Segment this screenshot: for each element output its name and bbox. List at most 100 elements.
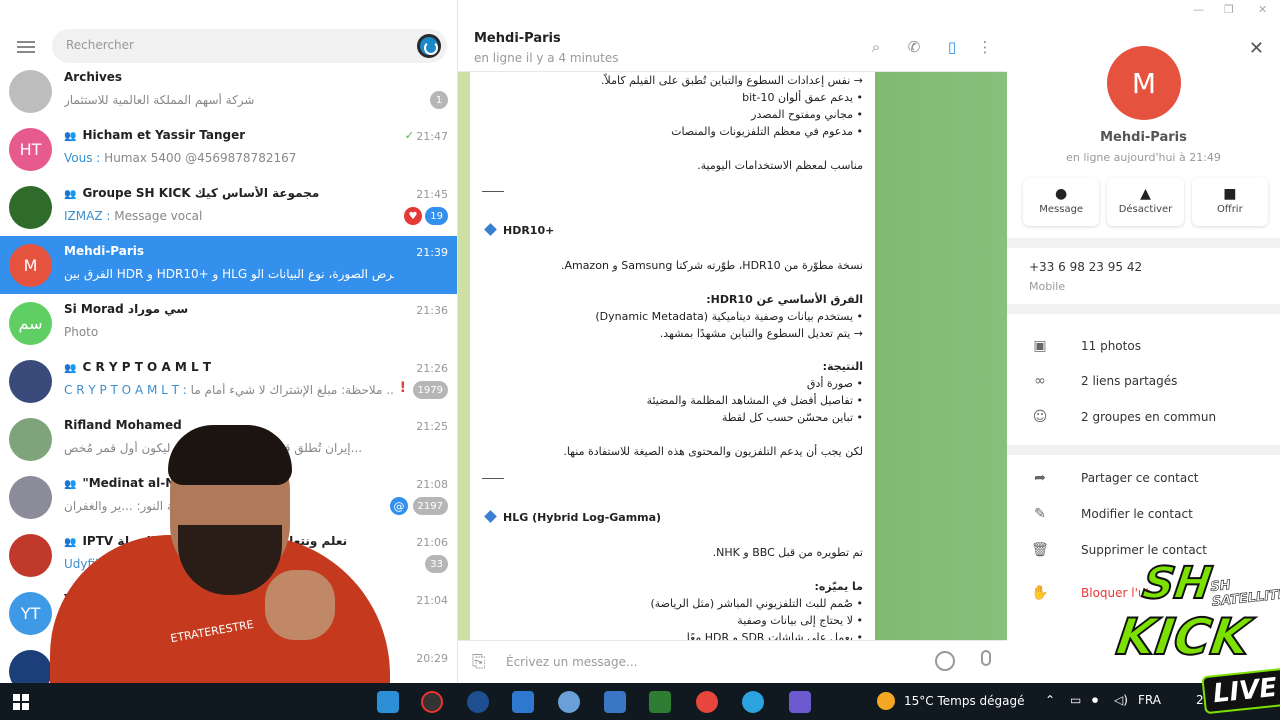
heart-icon: ♥ [404, 207, 422, 225]
microphone-tray-icon[interactable]: ⏺ [1092, 693, 1098, 708]
share-icon: ➦ [1034, 470, 1046, 486]
phone-number[interactable]: +33 6 98 23 95 42 [1029, 260, 1142, 274]
sidebar-toggle-icon[interactable]: ▯ [943, 38, 961, 56]
avatar[interactable]: YT [9, 592, 52, 635]
menu-icon[interactable] [17, 41, 35, 53]
profile-avatar[interactable]: M [1107, 46, 1181, 120]
windows-taskbar: 15°C Temps dégagé ⌃ ▭ ⏺ ◁) FRA 27 [0, 683, 1280, 720]
avatar[interactable]: سم [9, 302, 52, 345]
chat-list-item[interactable]: M Mehdi-Paris 21:39 الفرق بين HDR و HDR10+… [0, 236, 457, 294]
sh-kick-live-logo: SH SH SATELLITE KICK LIVE [1112, 556, 1280, 720]
taskbar-app-icon[interactable] [377, 691, 399, 713]
common-groups-label: 2 groupes en commun [1081, 410, 1217, 424]
share-contact-row[interactable]: ➦ Partager ce contact [1007, 462, 1280, 496]
shared-photos-label: 11 photos [1081, 339, 1141, 353]
message-line: لكن يجب أن يدعم التلفزيون والمحتوى هذه ا… [563, 445, 863, 458]
gift-button[interactable]: ■ Offrir [1191, 178, 1268, 226]
attach-icon[interactable]: ⎘ [472, 652, 486, 672]
avatar[interactable] [9, 534, 52, 577]
common-groups-row[interactable]: ☺ 2 groupes en commun [1007, 401, 1280, 435]
avatar[interactable] [9, 360, 52, 403]
search-icon[interactable]: ⌕ [867, 38, 885, 56]
conversation-status: en ligne il y a 4 minutes [474, 51, 619, 65]
chat-time: 21:25 [416, 420, 448, 433]
windows-start-icon[interactable] [13, 694, 29, 710]
shared-photos-row[interactable]: ▣ 11 photos [1007, 330, 1280, 364]
unread-badge: 1979 [412, 381, 448, 399]
unread-badge: 33 [425, 555, 448, 573]
taskbar-app-icon[interactable] [558, 691, 580, 713]
chat-list-item[interactable]: Archives شركة أسهم المملكة العالمية للاس… [0, 62, 457, 120]
telegram-icon[interactable] [742, 691, 764, 713]
message-input[interactable]: Écrivez un message... [506, 655, 637, 669]
taskbar-app-icon[interactable] [512, 691, 534, 713]
taskbar-app-icon[interactable] [421, 691, 443, 713]
group-icon: 👥 [64, 131, 77, 142]
chat-name: Mehdi-Paris [64, 244, 145, 258]
taskbar-app-icon[interactable] [467, 691, 489, 713]
message-label: Message [1039, 204, 1084, 215]
message-line: ما يميّزه: [814, 580, 863, 593]
trash-icon: 🗑 [1031, 542, 1049, 558]
avatar[interactable] [9, 418, 52, 461]
message-line: • لا يحتاج إلى بيانات وصفية [737, 614, 863, 627]
profile-name: Mehdi-Paris [1100, 130, 1187, 145]
message-line: • يدعم عمق ألوان 10-bit [742, 91, 863, 104]
message-line: تم تطويره من قبل BBC و NHK. [712, 546, 863, 559]
chat-preview: C R Y P T O A M L T : ملاحظة: مبلغ الإشت… [64, 383, 394, 397]
group-icon: 👥 [64, 189, 77, 200]
edit-contact-label: Modifier le contact [1081, 507, 1193, 521]
unread-badge: 1 [430, 91, 448, 109]
chat-list-item[interactable]: 👥 C R Y P T O A M L T 21:26 C R Y P T O A M… [0, 352, 457, 410]
network-icon[interactable]: ▭ [1070, 693, 1081, 707]
phone-icon[interactable]: ✆ [905, 38, 923, 56]
chat-name: Archives [64, 70, 123, 84]
mute-button[interactable]: ▲ Désactiver [1107, 178, 1184, 226]
emoji-icon[interactable] [935, 651, 955, 671]
weather-icon[interactable] [877, 692, 895, 710]
chrome-icon[interactable] [696, 691, 718, 713]
edit-contact-row[interactable]: ✎ Modifier le contact [1007, 498, 1280, 532]
pencil-icon: ✎ [1034, 506, 1046, 522]
avatar[interactable] [9, 476, 52, 519]
chat-preview: Photo [64, 325, 99, 339]
chat-list-item[interactable]: سم Si Morad سي موراد 21:36 Photo [0, 294, 457, 352]
calculator-icon[interactable] [604, 691, 626, 713]
conversation-panel: Mehdi-Paris en ligne il y a 4 minutes ⌕ … [458, 0, 1007, 683]
avatar[interactable] [9, 70, 52, 113]
maximize-button[interactable]: ❐ [1224, 3, 1234, 16]
search-box[interactable]: Rechercher [52, 29, 447, 63]
taskbar-app-icon[interactable] [649, 691, 671, 713]
avatar[interactable] [9, 186, 52, 229]
divider [1007, 304, 1280, 314]
chat-time: 21:26 [416, 362, 448, 375]
weather-text[interactable]: 15°C Temps dégagé [904, 694, 1024, 708]
chevron-up-icon[interactable]: ⌃ [1045, 693, 1055, 707]
close-window-button[interactable]: ✕ [1258, 3, 1267, 16]
chat-time: 20:29 [416, 652, 448, 665]
chat-time: 21:47 [416, 130, 448, 143]
minimize-button[interactable]: — [1193, 3, 1204, 16]
conversation-title[interactable]: Mehdi-Paris [474, 31, 561, 46]
shared-links-row[interactable]: ∞ 2 liens partagés [1007, 365, 1280, 399]
avatar[interactable]: HT [9, 128, 52, 171]
mute-label: Désactiver [1118, 204, 1173, 215]
users-icon: ☺ [1032, 409, 1048, 425]
avatar[interactable]: M [9, 244, 52, 287]
microphone-icon[interactable] [981, 650, 991, 666]
taskbar-app-icon[interactable] [789, 691, 811, 713]
app-status-icon[interactable] [417, 34, 441, 58]
chat-preview: Vous : Humax 5400 @4569878782167 [64, 151, 297, 165]
chat-list-item[interactable]: 👥 Groupe SH KICK مجموعة الأساس كيك 21:45 IZ… [0, 178, 457, 236]
logo-sh: SH [1138, 557, 1216, 610]
chat-list-item[interactable]: HT 👥 Hicham et Yassir Tanger 21:47 Vous : Hu… [0, 120, 457, 178]
search-input[interactable]: Rechercher [66, 38, 134, 52]
webcam-overlay: ETRATERESTRE [50, 425, 390, 720]
message-button[interactable]: ● Message [1023, 178, 1100, 226]
close-icon[interactable]: ✕ [1249, 38, 1264, 59]
avatar[interactable] [9, 650, 52, 683]
more-icon[interactable]: ⋮ [976, 38, 994, 56]
divider [1007, 445, 1280, 455]
unread-badge: 19 [425, 207, 448, 225]
logo-live: LIVE [1201, 667, 1280, 715]
